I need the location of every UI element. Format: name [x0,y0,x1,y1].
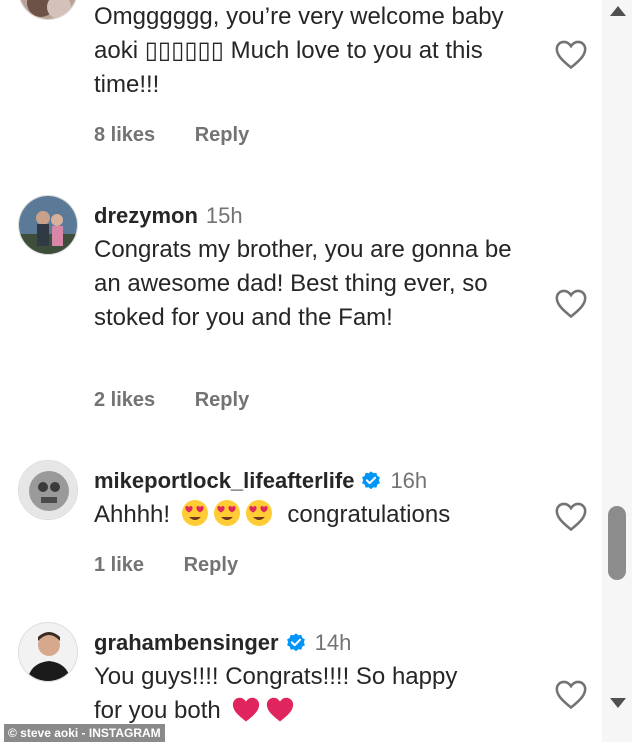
verified-badge-icon [362,471,381,490]
reply-link[interactable]: Reply [195,389,249,411]
likes-count[interactable]: 1 like [94,554,144,576]
reply-link[interactable]: Reply [184,554,238,576]
heart-outline-icon[interactable] [554,38,588,70]
heart-outline-icon[interactable] [554,678,588,710]
comment-meta: 1 like Reply [94,554,238,577]
username[interactable]: grahambensinger [94,630,279,655]
timestamp: 14h [314,630,352,655]
username[interactable]: mikeportlock_lifeafterlife [94,468,354,493]
timestamp: 16h [390,468,428,493]
avatar[interactable] [18,195,78,255]
verified-badge-icon [286,633,305,652]
scrollbar-thumb[interactable] [608,506,626,580]
scrollbar[interactable] [602,0,632,742]
heart-outline-icon[interactable] [554,500,588,532]
comment-text: You guys!!!! Congrats!!!! So happy for y… [94,660,554,728]
comment-text: Omgggggg, you’re very welcome baby aoki … [94,3,504,98]
comment-meta: 2 likes Reply [94,389,249,412]
comment-text-suffix: congratulations [287,501,451,528]
comment-text-prefix: Ahhhh! [94,501,171,528]
heart-eyes-emoji [181,500,208,526]
likes-count[interactable]: 8 likes [94,124,155,146]
image-credit: © steve aoki - INSTAGRAM [4,724,165,742]
scroll-down-arrow-icon[interactable] [610,698,626,708]
avatar[interactable] [18,460,78,520]
comments-feed[interactable]: Omgggggg, you’re very welcome baby aoki … [0,0,600,742]
username[interactable]: drezymon [94,203,198,228]
comment-text: Congrats my brother, you are gonna be an… [94,236,512,331]
comment-header: drezymon 15h [94,201,588,231]
red-heart-emoji [267,697,294,722]
comment-text-line: You guys!!!! Congrats!!!! So happy [94,663,458,690]
comment-text: Ahhhh! congratulations [94,498,554,532]
avatar[interactable] [18,622,78,682]
timestamp: 15h [205,203,243,228]
comment-text-line: for you both [94,697,221,724]
heart-outline-icon[interactable] [554,287,588,319]
avatar[interactable] [18,0,78,20]
red-heart-emoji [233,697,260,722]
heart-eyes-emoji [245,500,272,526]
reply-link[interactable]: Reply [195,124,249,146]
comment-header: grahambensinger 14h [94,628,588,658]
comment-header: mikeportlock_lifeafterlife 16h [94,466,588,496]
comment-meta: 8 likes Reply [94,124,249,147]
likes-count[interactable]: 2 likes [94,389,155,411]
heart-eyes-emoji [213,500,240,526]
scroll-up-arrow-icon[interactable] [610,6,626,16]
